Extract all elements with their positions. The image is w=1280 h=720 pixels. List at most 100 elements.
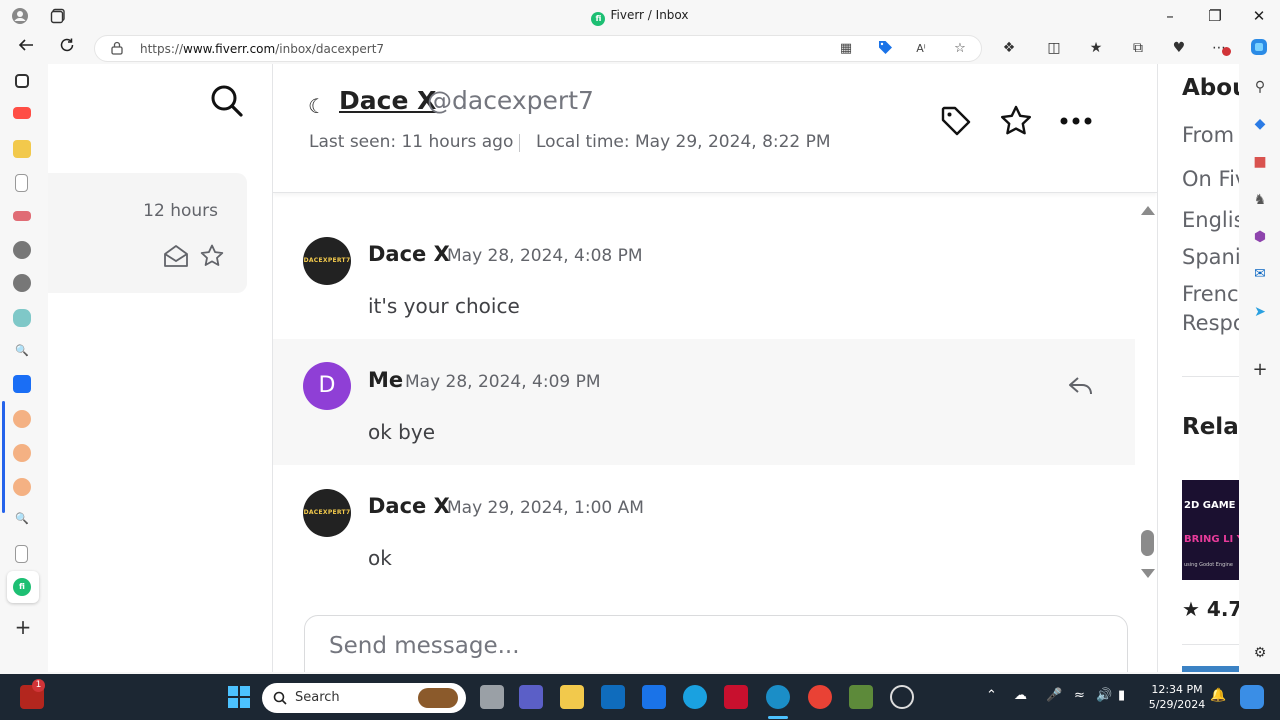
tab-image-icon[interactable]	[13, 140, 31, 158]
sidebar-send-icon[interactable]: ➤	[1251, 303, 1269, 321]
send-message-input[interactable]	[329, 628, 1089, 664]
copilot-taskbar-icon[interactable]	[1240, 685, 1264, 709]
tab-hand-icon[interactable]	[13, 444, 31, 462]
close-window-button[interactable]: ✕	[1244, 4, 1274, 28]
volume-icon[interactable]: 🔊	[1096, 688, 1112, 703]
favorites-icon[interactable]: ★	[1085, 37, 1107, 59]
minecraft-icon[interactable]	[849, 685, 873, 709]
tab-document-icon[interactable]	[15, 174, 28, 192]
onedrive-cloud-icon[interactable]: ☁	[1014, 688, 1027, 703]
tray-overflow-chevron-icon[interactable]: ⌃	[986, 688, 997, 703]
read-aloud-icon[interactable]: Aⁱ	[911, 39, 931, 59]
taskbar-search-box[interactable]: Search	[262, 683, 466, 713]
split-screen-icon[interactable]: ◫	[1043, 37, 1065, 59]
app-available-icon[interactable]: ▦	[836, 39, 856, 59]
start-windows-icon[interactable]	[227, 685, 251, 709]
notifications-bell-icon[interactable]: 🔔	[1210, 688, 1226, 703]
mark-read-envelope-icon[interactable]	[163, 243, 189, 269]
coupon-tag-icon[interactable]	[875, 39, 895, 59]
tab-reddit-icon[interactable]	[13, 241, 31, 259]
sidebar-m365-icon[interactable]: ⬢	[1251, 228, 1269, 246]
minimize-button[interactable]: –	[1155, 4, 1185, 28]
wifi-icon[interactable]: ≈	[1074, 688, 1085, 703]
favorite-star-icon[interactable]: ☆	[950, 39, 970, 59]
tab-books-icon[interactable]	[13, 211, 31, 221]
taskbar-search-icon	[273, 690, 287, 709]
lock-icon[interactable]	[111, 41, 123, 58]
battery-icon[interactable]: ▮	[1118, 688, 1125, 703]
clock-time: 12:34 PM	[1151, 683, 1203, 696]
scroll-down-arrow-icon[interactable]	[1141, 569, 1155, 578]
tab-reddit-2-icon[interactable]	[13, 274, 31, 292]
more-tools-icon[interactable]: ⋯	[1208, 37, 1231, 59]
sidebar-outlook-icon[interactable]: ✉	[1251, 265, 1269, 283]
window-title: fi Fiverr / Inbox	[0, 8, 1280, 26]
mcafee-icon[interactable]	[724, 685, 748, 709]
sidebar-games-icon[interactable]: ♞	[1251, 191, 1269, 209]
sidebar-add-icon[interactable]: +	[1251, 361, 1269, 379]
gig-thumb-line1: 2D GAME DEVELOP	[1184, 500, 1239, 511]
tab-actions-icon[interactable]	[15, 74, 29, 88]
tab-hand-2-icon[interactable]	[13, 478, 31, 496]
message-composer[interactable]	[304, 615, 1128, 672]
get-help-icon[interactable]	[683, 685, 707, 709]
address-bar[interactable]: https://www.fiverr.com/inbox/dacexpert7 …	[94, 35, 982, 62]
url-text[interactable]: https://www.fiverr.com/inbox/dacexpert7	[140, 42, 384, 56]
edge-taskbar-icon[interactable]	[766, 685, 790, 709]
tab-youtube-icon[interactable]	[13, 107, 31, 119]
tab-bird-icon[interactable]	[13, 309, 31, 327]
microsoft-store-icon[interactable]	[601, 685, 625, 709]
back-button[interactable]	[14, 36, 38, 60]
reply-icon[interactable]	[1068, 375, 1094, 397]
more-options-icon[interactable]	[1059, 104, 1093, 138]
browser-essentials-icon[interactable]: ♥	[1168, 37, 1190, 59]
chat-header: ☾ Dace X @dacexpert7 Last seen: 11 hours…	[273, 64, 1157, 193]
new-tab-plus-icon[interactable]: +	[13, 615, 33, 639]
custom-offer-tag-icon[interactable]	[939, 104, 973, 138]
tab-document-2-icon[interactable]	[15, 545, 28, 563]
taskbar-search-label: Search	[295, 690, 340, 705]
related-gig-thumbnail-2[interactable]	[1182, 666, 1239, 672]
star-conversation-icon[interactable]	[199, 243, 225, 269]
contact-name-link[interactable]: Dace X	[339, 86, 436, 115]
copilot-icon[interactable]	[1248, 37, 1270, 59]
sender-avatar[interactable]: DACEXPERT7	[303, 237, 351, 285]
collections-icon[interactable]: ⧉	[1127, 37, 1149, 59]
file-explorer-icon[interactable]	[560, 685, 584, 709]
edge-sidebar: ⚲ ◆ ■ ♞ ⬢ ✉ ➤ + ⚙	[1240, 64, 1280, 674]
vertical-tabs-sidebar: 🔍 🔍 fi +	[0, 64, 46, 674]
microphone-icon[interactable]: 🎤	[1046, 688, 1062, 703]
related-gig-thumbnail[interactable]: 2D GAME DEVELOP BRING LI YOUR IDE using …	[1182, 480, 1239, 580]
hp-app-icon[interactable]	[642, 685, 666, 709]
tab-fiverr-icon[interactable]: fi	[13, 578, 31, 596]
task-view-icon[interactable]	[480, 685, 504, 709]
chrome-icon[interactable]	[808, 685, 832, 709]
sidebar-settings-icon[interactable]: ⚙	[1251, 644, 1269, 662]
tab-search-2-icon[interactable]: 🔍	[13, 512, 31, 530]
obs-icon[interactable]	[890, 685, 914, 709]
tab-search-icon[interactable]: 🔍	[13, 344, 31, 362]
scroll-up-arrow-icon[interactable]	[1141, 206, 1155, 215]
chat-scrollbar-thumb[interactable]	[1141, 530, 1154, 556]
tab-bing-icon[interactable]	[13, 410, 31, 428]
fiverr-favicon-icon: fi	[591, 12, 606, 26]
my-avatar[interactable]: D	[303, 362, 351, 410]
header-separator	[519, 134, 520, 152]
refresh-button[interactable]	[55, 36, 79, 60]
star-contact-icon[interactable]	[999, 104, 1033, 138]
conversation-item-dacexpert7[interactable]: 12 hours	[48, 173, 247, 293]
mcafee-tray-icon[interactable]: 1	[20, 679, 45, 709]
taskbar-clock[interactable]: 12:34 PM 5/29/2024	[1145, 682, 1209, 712]
sender-avatar[interactable]: DACEXPERT7	[303, 489, 351, 537]
browser-title-bar: fi Fiverr / Inbox – ❐ ✕	[0, 0, 1280, 32]
local-time-text: Local time: May 29, 2024, 8:22 PM	[536, 132, 831, 152]
search-icon[interactable]	[210, 84, 244, 118]
sidebar-shopping-icon[interactable]: ◆	[1251, 115, 1269, 133]
maximize-button[interactable]: ❐	[1200, 4, 1230, 28]
window-title-text: Fiverr / Inbox	[610, 8, 689, 22]
tab-blue-app-icon[interactable]	[13, 375, 31, 393]
extensions-icon[interactable]: ❖	[998, 37, 1020, 59]
teams-icon[interactable]	[519, 685, 543, 709]
sidebar-search-icon[interactable]: ⚲	[1251, 78, 1269, 96]
sidebar-tools-icon[interactable]: ■	[1251, 153, 1269, 171]
